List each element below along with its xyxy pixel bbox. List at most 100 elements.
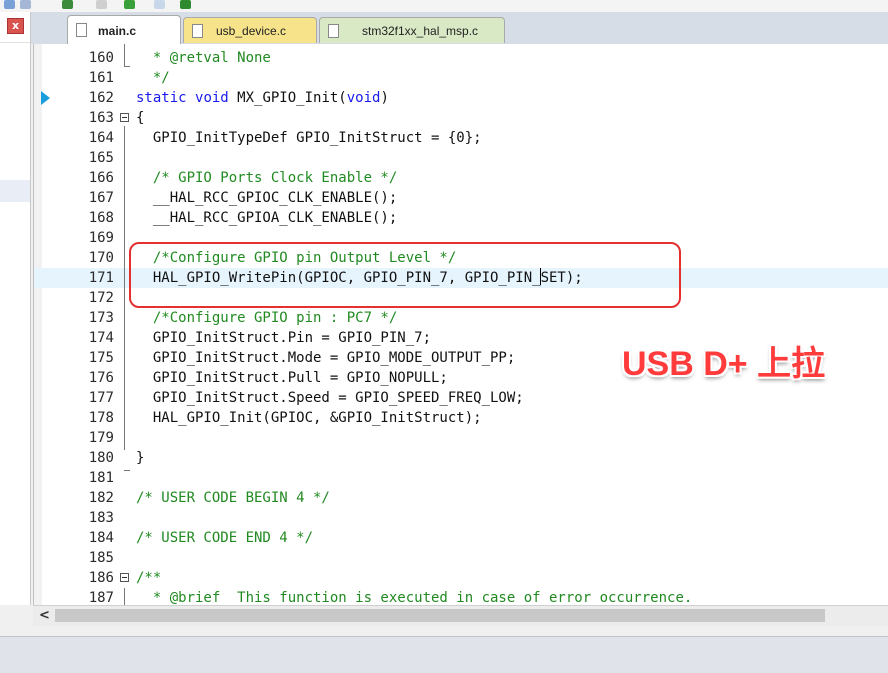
highlight-box <box>129 242 681 308</box>
line-number: 171 <box>88 270 114 286</box>
code-line[interactable]: 184 /* USER CODE END 4 */ <box>34 528 888 548</box>
code-editor[interactable]: 160 * @retval None 161 */162 static void M… <box>33 44 888 605</box>
comment-text: * @brief This function is executed in ca… <box>136 590 693 605</box>
comment-text: * @retval None <box>136 50 271 66</box>
line-number: 172 <box>88 290 114 306</box>
line-number: 176 <box>88 370 114 386</box>
keyword: static <box>136 90 187 106</box>
code-text: static void MX_GPIO_Init(void) <box>136 90 389 106</box>
code-line[interactable]: 164 GPIO_InitTypeDef GPIO_InitStruct = {… <box>34 128 888 148</box>
code-line[interactable]: 186 /** <box>34 568 888 588</box>
line-number: 167 <box>88 190 114 206</box>
comment-text: /** <box>136 570 162 586</box>
file-tab-bar: main.c usb_device.c stm32f1xx_hal_msp.c <box>31 12 888 44</box>
code-line[interactable]: 160 * @retval None <box>34 48 888 68</box>
line-number: 174 <box>88 330 114 346</box>
fold-end-marker <box>124 470 130 471</box>
toolbar-tool-icon[interactable] <box>180 0 191 9</box>
line-number: 163 <box>88 110 114 126</box>
annotation-label: USB D+ 上拉 <box>622 345 826 383</box>
code-line[interactable]: 161 */ <box>34 68 888 88</box>
line-number: 179 <box>88 430 114 446</box>
line-number: 175 <box>88 350 114 366</box>
code-text: GPIO_InitStruct.Pull = GPIO_NOPULL; <box>136 370 448 386</box>
toolbar-tool-icon[interactable] <box>4 0 15 9</box>
code-line[interactable]: 187 * @brief This function is executed i… <box>34 588 888 605</box>
code-text: /** <box>136 568 161 588</box>
code-text: /* USER CODE BEGIN 4 */ <box>136 488 330 508</box>
code-text: GPIO_InitTypeDef GPIO_InitStruct = {0}; <box>136 130 482 146</box>
code-line[interactable]: 168 __HAL_RCC_GPIOA_CLK_ENABLE(); <box>34 208 888 228</box>
tab-usb-device-c[interactable]: usb_device.c <box>183 17 317 43</box>
line-number: 162 <box>88 90 114 106</box>
line-number: 178 <box>88 410 114 426</box>
code-line[interactable]: 173 /*Configure GPIO pin : PC7 */ <box>34 308 888 328</box>
line-number: 165 <box>88 150 114 166</box>
code-line[interactable]: 182 /* USER CODE BEGIN 4 */ <box>34 488 888 508</box>
comment-text: /*Configure GPIO pin : PC7 */ <box>136 310 398 326</box>
line-number: 184 <box>88 530 114 546</box>
line-number: 161 <box>88 70 114 86</box>
code-text: { <box>136 110 145 126</box>
line-number: 180 <box>88 450 114 466</box>
fold-toggle-icon[interactable] <box>120 113 129 122</box>
scroll-left-icon[interactable]: < <box>39 608 50 623</box>
code-line[interactable]: 178 HAL_GPIO_Init(GPIOC, &GPIO_InitStruc… <box>34 408 888 428</box>
code-text: /* GPIO Ports Clock Enable */ <box>136 168 397 188</box>
line-number: 182 <box>88 490 114 506</box>
file-icon <box>192 24 203 38</box>
toolbar-tool-icon[interactable] <box>154 0 165 9</box>
fold-guide <box>124 44 125 66</box>
code-text: __HAL_RCC_GPIOA_CLK_ENABLE(); <box>136 210 398 226</box>
toolbar-tool-icon[interactable] <box>20 0 31 9</box>
fold-guide <box>124 126 125 450</box>
code-line[interactable]: 165 <box>34 148 888 168</box>
tab-stm32f1xx-hal-msp-c[interactable]: stm32f1xx_hal_msp.c <box>319 17 505 43</box>
code-line[interactable]: 167 __HAL_RCC_GPIOC_CLK_ENABLE(); <box>34 188 888 208</box>
line-number: 168 <box>88 210 114 226</box>
code-text: GPIO_InitStruct.Mode = GPIO_MODE_OUTPUT_… <box>136 350 516 366</box>
line-number: 181 <box>88 470 114 486</box>
line-number: 169 <box>88 230 114 246</box>
code-text: } <box>136 450 145 466</box>
code-text: GPIO_InitStruct.Pin = GPIO_PIN_7; <box>136 330 432 346</box>
scrollbar-thumb[interactable] <box>55 609 825 622</box>
tab-label: main.c <box>98 24 137 38</box>
fold-toggle-icon[interactable] <box>120 573 129 582</box>
line-number: 187 <box>88 590 114 605</box>
code-text: HAL_GPIO_Init(GPIOC, &GPIO_InitStruct); <box>136 410 482 426</box>
line-number: 177 <box>88 390 114 406</box>
selected-tree-item[interactable] <box>0 180 30 202</box>
code-line[interactable]: 180} <box>34 448 888 468</box>
keyword: void <box>346 90 381 106</box>
code-text: __HAL_RCC_GPIOC_CLK_ENABLE(); <box>136 190 398 206</box>
toolbar-tool-icon[interactable] <box>124 0 135 9</box>
code-line[interactable]: 185 <box>34 548 888 568</box>
fold-guide <box>124 588 125 605</box>
code-line[interactable]: 162 static void MX_GPIO_Init(void) <box>34 88 888 108</box>
tab-main-c[interactable]: main.c <box>67 15 181 44</box>
toolbar-tool-icon[interactable] <box>96 0 107 9</box>
code-line[interactable]: 181 <box>34 468 888 488</box>
project-panel: x <box>0 12 31 605</box>
code-text: * @retval None <box>136 48 271 68</box>
comment-text: /* USER CODE END 4 */ <box>136 530 314 546</box>
code-line[interactable]: 183 <box>34 508 888 528</box>
tab-label: usb_device.c <box>216 24 287 38</box>
toolbar-tool-icon[interactable] <box>62 0 73 9</box>
close-panel-button[interactable]: x <box>7 18 24 34</box>
code-line[interactable]: 163 { <box>34 108 888 128</box>
code-line[interactable]: 179 <box>34 428 888 448</box>
horizontal-scrollbar[interactable]: < <box>33 605 888 626</box>
line-number: 160 <box>88 50 114 66</box>
file-icon <box>76 23 87 37</box>
code-line[interactable]: 166 /* GPIO Ports Clock Enable */ <box>34 168 888 188</box>
comment-text: */ <box>136 70 170 86</box>
code-text: * @brief This function is executed in ca… <box>136 588 692 605</box>
comment-text: /* GPIO Ports Clock Enable */ <box>136 170 398 186</box>
code-text: /*Configure GPIO pin : PC7 */ <box>136 308 397 328</box>
code-text: /* USER CODE END 4 */ <box>136 528 313 548</box>
fold-end-marker <box>124 66 130 67</box>
code-line[interactable]: 177 GPIO_InitStruct.Speed = GPIO_SPEED_F… <box>34 388 888 408</box>
current-line-arrow-icon <box>41 91 50 105</box>
